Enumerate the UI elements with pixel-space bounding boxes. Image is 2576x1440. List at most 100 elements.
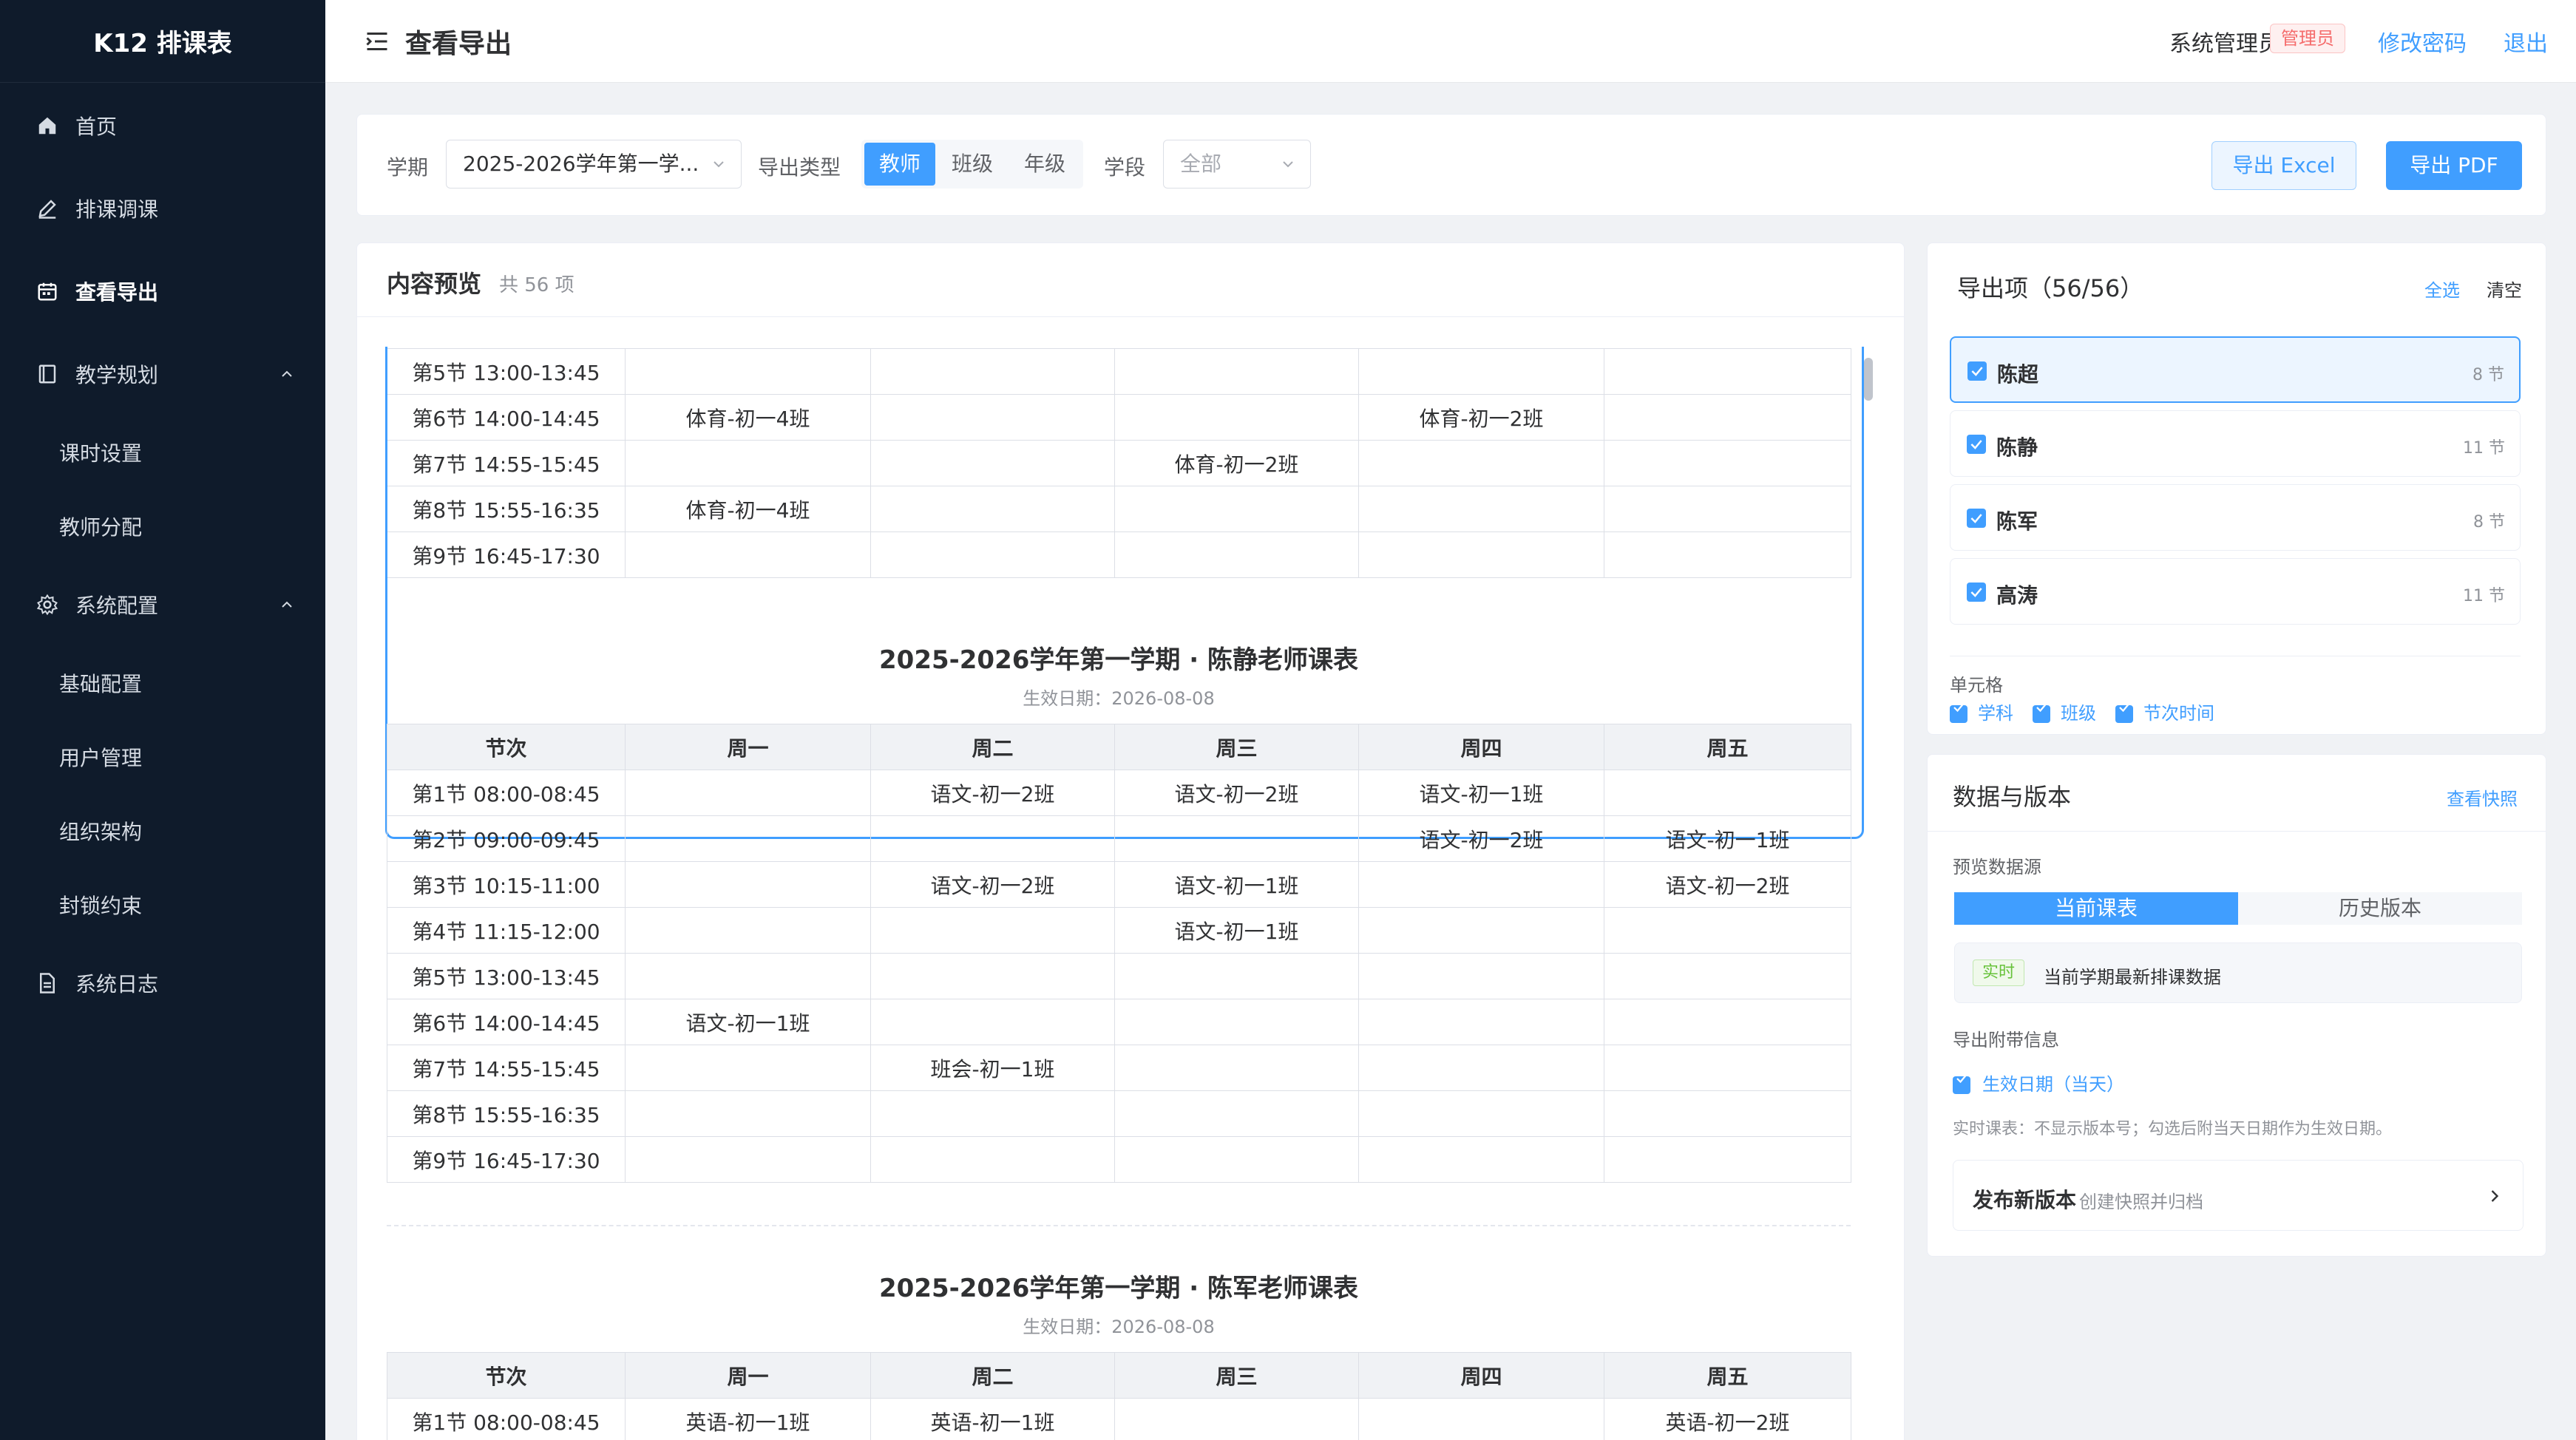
calendar-icon	[34, 278, 61, 305]
lesson-cell	[870, 999, 1115, 1045]
lesson-cell	[1604, 1090, 1851, 1137]
preview-scrollbar[interactable]	[1864, 358, 1873, 401]
chevron-down-icon	[1283, 161, 1293, 168]
lesson-cell	[1114, 1136, 1359, 1183]
nav-export-label: 查看导出	[75, 280, 159, 305]
lesson-cell	[625, 815, 871, 862]
tab-current[interactable]: 当前课表	[1954, 892, 2238, 925]
table-row: 第1节 08:00-08:45 语文-初一2班 语文-初一2班 语文-初一1班	[387, 770, 1851, 816]
export-excel-button[interactable]: 导出 Excel	[2211, 141, 2356, 190]
table-header-row: 节次 周一 周二 周三 周四 周五	[387, 724, 1851, 770]
gear-icon	[34, 591, 61, 618]
nav-export[interactable]: 查看导出	[0, 262, 325, 321]
nav-org[interactable]: 组织架构	[0, 801, 325, 860]
teacher-item[interactable]: 陈超 8 节	[1950, 336, 2521, 403]
timetable-chen-jing: 节次 周一 周二 周三 周四 周五 第1节 08:00-08:45 语文-初一2班 语文-初一2…	[387, 724, 1851, 1183]
lesson-cell	[1358, 1136, 1604, 1183]
teacher-item[interactable]: 高涛 11 节	[1950, 558, 2521, 625]
lesson-cell	[1358, 1090, 1604, 1137]
lesson-cell: 英语-初一2班	[1604, 1398, 1851, 1440]
live-tag: 实时	[1973, 960, 2025, 986]
lesson-cell	[1604, 999, 1851, 1045]
checkbox-checked-icon[interactable]	[1967, 361, 1987, 381]
lesson-cell	[625, 770, 871, 816]
nav-user-mgmt[interactable]: 用户管理	[0, 727, 325, 787]
data-version-panel: 数据与版本 查看快照 预览数据源 当前课表 历史版本 实时 当前学期最新排课数据…	[1927, 754, 2546, 1257]
nav-teaching[interactable]: 教学规划	[0, 344, 325, 404]
preview-title: 内容预览	[387, 270, 482, 298]
sheet-divider	[387, 1225, 1851, 1226]
type-class[interactable]: 班级	[937, 143, 1008, 186]
change-password-link[interactable]: 修改密码	[2378, 25, 2467, 58]
nav-logs[interactable]: 系统日志	[0, 954, 325, 1013]
clear-link[interactable]: 清空	[2487, 276, 2522, 302]
teacher-item[interactable]: 陈军 8 节	[1950, 484, 2521, 551]
period-cell: 第5节 13:00-13:45	[387, 953, 626, 999]
nav-home[interactable]: 首页	[0, 96, 325, 155]
lesson-cell	[1604, 1136, 1851, 1183]
publish-version-button[interactable]: 发布新版本 创建快照并归档	[1953, 1160, 2524, 1231]
cell-options-label: 单元格	[1950, 675, 2003, 696]
table-row: 第3节 10:15-11:00 语文-初一2班 语文-初一1班 语文-初一2班	[387, 861, 1851, 908]
attach-effective-date-label: 生效日期（当天）	[1982, 1074, 2124, 1095]
nav-system-label: 系统配置	[75, 594, 159, 618]
period-cell: 第1节 08:00-08:45	[387, 770, 626, 816]
column-header: 周五	[1604, 724, 1851, 770]
option-period-time[interactable]: 节次时间	[2115, 699, 2214, 724]
sheet-subtitle: 生效日期：2026-08-08	[1023, 688, 1215, 709]
view-snapshot-link[interactable]: 查看快照	[2447, 784, 2518, 810]
logout-link[interactable]: 退出	[2504, 25, 2548, 58]
publish-title: 发布新版本	[1973, 1188, 2077, 1212]
checkbox-checked-icon[interactable]	[1967, 583, 1986, 602]
term-select[interactable]: 2025-2026学年第一学...	[446, 140, 742, 189]
checkbox-checked-icon	[1950, 703, 1967, 723]
nav-base-config[interactable]: 基础配置	[0, 653, 325, 713]
teacher-name: 陈静	[1996, 435, 2038, 460]
chevron-up-icon	[282, 601, 292, 608]
column-header: 周三	[1114, 1352, 1359, 1399]
lesson-cell	[1604, 953, 1851, 999]
attach-effective-date[interactable]: 生效日期（当天）	[1953, 1070, 2124, 1096]
option-subject[interactable]: 学科	[1950, 699, 2013, 724]
column-header: 周二	[870, 724, 1115, 770]
chevron-down-icon	[714, 161, 724, 168]
option-class[interactable]: 班级	[2033, 699, 2096, 724]
chevron-right-icon	[2491, 1190, 2499, 1202]
nav-logs-label: 系统日志	[75, 972, 159, 996]
column-header: 周一	[625, 724, 871, 770]
period-cell: 第8节 15:55-16:35	[387, 1090, 626, 1137]
nav-teacher-assign[interactable]: 教师分配	[0, 497, 325, 556]
checkbox-checked-icon[interactable]	[1967, 509, 1986, 528]
lesson-cell	[870, 907, 1115, 954]
export-pdf-button[interactable]: 导出 PDF	[2386, 141, 2522, 190]
lesson-cell	[870, 815, 1115, 862]
attach-label: 导出附带信息	[1953, 1030, 2059, 1050]
nav-lock[interactable]: 封锁约束	[0, 875, 325, 934]
table-row: 第1节 08:00-08:45 英语-初一1班 英语-初一1班 英语-初一2班	[387, 1398, 1851, 1440]
realtime-note: 实时课表：不显示版本号；勾选后附当天日期作为生效日期。	[1953, 1120, 2393, 1138]
select-all-link[interactable]: 全选	[2424, 276, 2460, 302]
type-teacher[interactable]: 教师	[864, 143, 935, 186]
table-row: 第4节 11:15-12:00 语文-初一1班	[387, 907, 1851, 954]
pen-icon	[34, 195, 61, 222]
term-select-value: 2025-2026学年第一学...	[463, 152, 699, 176]
type-grade[interactable]: 年级	[1009, 143, 1080, 186]
user-name: 系统管理员	[2169, 31, 2280, 57]
tab-history[interactable]: 历史版本	[2238, 892, 2522, 925]
teacher-item[interactable]: 陈静 11 节	[1950, 410, 2521, 477]
table-row: 第8节 15:55-16:35	[387, 1090, 1851, 1137]
column-header: 周二	[870, 1352, 1115, 1399]
nav-schedule[interactable]: 排课调课	[0, 179, 325, 238]
nav-system[interactable]: 系统配置	[0, 575, 325, 634]
menu-fold-icon[interactable]	[364, 28, 390, 55]
teacher-name: 陈军	[1996, 509, 2038, 534]
nav-period-settings[interactable]: 课时设置	[0, 423, 325, 482]
teacher-name: 高涛	[1996, 583, 2038, 608]
term-label: 学期	[387, 155, 429, 180]
lesson-cell	[1604, 907, 1851, 954]
stage-select[interactable]: 全部	[1163, 140, 1311, 189]
nav-home-label: 首页	[75, 115, 118, 139]
period-cell: 第1节 08:00-08:45	[387, 1398, 626, 1440]
checkbox-checked-icon[interactable]	[1967, 435, 1986, 454]
stage-select-value: 全部	[1180, 152, 1222, 176]
